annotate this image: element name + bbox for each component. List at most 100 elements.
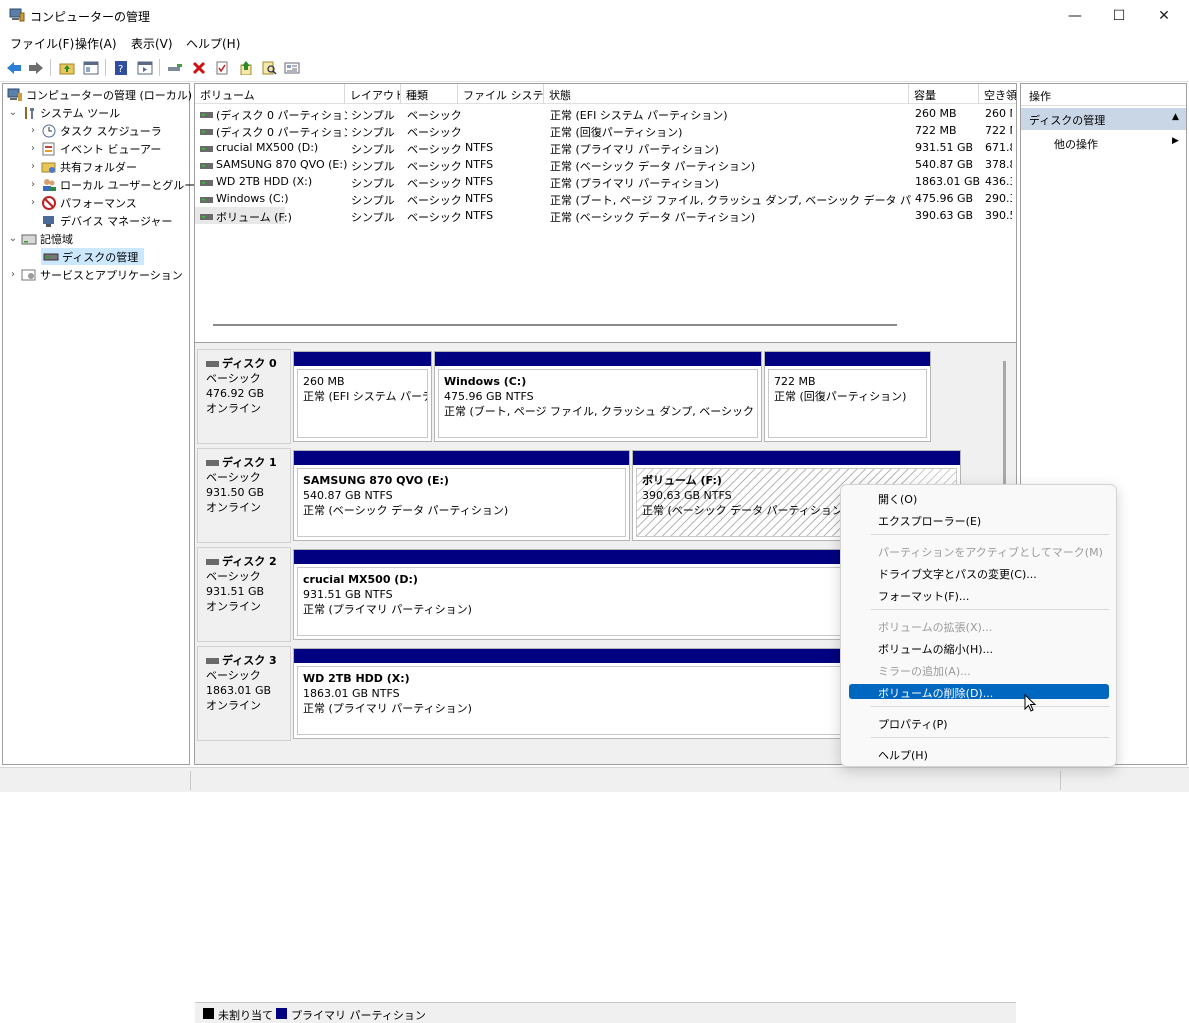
chevron-right-icon[interactable]: › (27, 143, 39, 154)
volume-cell: 671.8 (985, 141, 1012, 154)
menu-change-drive-letter[interactable]: ドライブ文字とパスの変更(C)... (849, 565, 1109, 582)
volume-cell: 正常 (ベーシック データ パーティション) (550, 211, 756, 224)
disk-label[interactable]: ディスク 3 ベーシック 1863.01 GB オンライン (197, 646, 291, 741)
event-log-icon (41, 142, 57, 156)
tree-item-shared-folders[interactable]: › 共有フォルダー (27, 158, 137, 175)
column-header-type[interactable]: 種類 (401, 84, 458, 104)
chevron-down-icon[interactable]: ⌄ (7, 233, 19, 244)
action-section-disk-management[interactable]: ディスクの管理 ▲ (1021, 108, 1186, 130)
partition-block[interactable]: 722 MB 正常 (回復パーティション) (764, 351, 931, 442)
horizontal-scrollbar[interactable] (213, 324, 897, 326)
menu-action[interactable]: 操作(A) (75, 35, 117, 52)
disk-type: ベーシック (206, 570, 261, 583)
partition-block[interactable]: crucial MX500 (D:) 931.51 GB NTFS 正常 (プライマ… (293, 549, 933, 640)
up-arrow-page-icon[interactable] (236, 58, 256, 77)
partition-block[interactable]: Windows (C:) 475.96 GB NTFS 正常 (ブート, ページ フ… (434, 351, 762, 442)
volume-cell: 722 MB (915, 124, 957, 137)
show-hide-tree-icon[interactable] (81, 58, 101, 77)
tree-item-task-scheduler[interactable]: › タスク スケジューラ (27, 122, 162, 139)
tree-item-disk-management[interactable]: ディスクの管理 (41, 248, 145, 265)
volume-row[interactable]: ボリューム (F:) シンプル ベーシック NTFS 正常 (ベーシック データ パーテ… (195, 207, 1016, 224)
column-header-layout[interactable]: レイアウト (345, 84, 401, 104)
menu-file[interactable]: ファイル(F) (10, 35, 74, 52)
search-page-icon[interactable] (259, 58, 279, 77)
partition-details: WD 2TB HDD (X:) 1863.01 GB NTFS 正常 (プライマリ … (297, 666, 929, 735)
disk-label[interactable]: ディスク 0 ベーシック 476.92 GB オンライン (197, 349, 291, 444)
chevron-down-icon[interactable]: ⌄ (7, 107, 19, 118)
menu-explore[interactable]: エクスプローラー(E) (849, 512, 1109, 529)
tree-item-root[interactable]: コンピューターの管理 (ローカル) (5, 86, 192, 103)
volume-row[interactable]: Windows (C:) シンプル ベーシック NTFS 正常 (ブート, ページ ファ… (195, 190, 1016, 207)
action-other-actions[interactable]: 他の操作 ▶ (1021, 132, 1186, 154)
show-hide-action-pane-icon[interactable] (135, 58, 155, 77)
volume-row[interactable]: crucial MX500 (D:) シンプル ベーシック NTFS 正常 (プライマリ… (195, 139, 1016, 156)
disk-size: 476.92 GB (206, 387, 265, 400)
volume-drive-icon (200, 143, 213, 156)
chevron-right-icon[interactable]: › (27, 197, 39, 208)
chevron-right-icon[interactable]: › (27, 125, 39, 136)
chevron-right-icon[interactable]: › (27, 179, 39, 190)
console-icon[interactable] (282, 58, 302, 77)
delete-icon[interactable] (189, 58, 209, 77)
column-header-status[interactable]: 状態 (544, 84, 909, 104)
volume-drive-icon (200, 177, 213, 190)
partition-block[interactable]: SAMSUNG 870 QVO (E:) 540.87 GB NTFS 正常 (ベー… (293, 450, 630, 541)
volume-cell: 正常 (プライマリ パーティション) (550, 143, 719, 156)
tree-item-system-tools[interactable]: ⌄ システム ツール (7, 104, 120, 121)
menu-help[interactable]: ヘルプ(H) (849, 746, 1109, 763)
tree-label: サービスとアプリケーション (40, 268, 183, 282)
menu-properties[interactable]: プロパティ(P) (849, 715, 1109, 732)
partition-block[interactable]: WD 2TB HDD (X:) 1863.01 GB NTFS 正常 (プライマリ … (293, 648, 933, 739)
disk-size: 931.50 GB (206, 486, 265, 499)
volume-cell: NTFS (465, 158, 494, 171)
volume-row[interactable]: (ディスク 0 パーティション 4) シンプルベーシック 正常 (回復パーティション… (195, 122, 1016, 139)
back-arrow-icon[interactable] (4, 58, 24, 77)
volume-cell: 正常 (ブート, ページ ファイル, クラッシュ ダンプ, ベーシック データ … (550, 194, 911, 207)
disk-title: ディスク 3 (222, 654, 277, 667)
connect-drive-icon[interactable] (165, 58, 185, 77)
close-button[interactable]: ✕ (1141, 0, 1187, 31)
column-header-free[interactable]: 空き領 (979, 84, 1016, 104)
volume-row[interactable]: SAMSUNG 870 QVO (E:) シンプル ベーシック NTFS 正常 (ベーシ… (195, 156, 1016, 173)
partition-type-bar (765, 352, 930, 366)
chevron-right-icon[interactable]: › (27, 161, 39, 172)
properties-checklist-icon[interactable] (212, 58, 232, 77)
column-header-volume[interactable]: ボリューム (195, 84, 345, 104)
tree-item-services[interactable]: › サービスとアプリケーション (7, 266, 183, 283)
column-header-capacity[interactable]: 容量 (909, 84, 979, 104)
tree-label: ローカル ユーザーとグループ (60, 178, 206, 192)
disk-type: ベーシック (206, 669, 261, 682)
column-header-filesystem[interactable]: ファイル システム (458, 84, 544, 104)
volume-cell: ベーシック (407, 109, 461, 122)
disk-label[interactable]: ディスク 2 ベーシック 931.51 GB オンライン (197, 547, 291, 642)
tree-item-device-manager[interactable]: デバイス マネージャー (39, 212, 172, 229)
tree-item-event-viewer[interactable]: › イベント ビューアー (27, 140, 161, 157)
tree-item-performance[interactable]: › パフォーマンス (27, 194, 137, 211)
tree-item-local-users[interactable]: › ローカル ユーザーとグループ (27, 176, 206, 193)
disk-label[interactable]: ディスク 1 ベーシック 931.50 GB オンライン (197, 448, 291, 543)
menu-open[interactable]: 開く(O) (849, 490, 1109, 507)
disk-icon (206, 657, 219, 664)
menu-format[interactable]: フォーマット(F)... (849, 587, 1109, 604)
tree-item-storage[interactable]: ⌄ 記憶域 (7, 230, 73, 247)
volume-cell: 436.3 (985, 175, 1012, 188)
maximize-button[interactable]: ☐ (1096, 0, 1142, 31)
up-folder-icon[interactable] (57, 58, 77, 77)
volume-cell: シンプル (351, 211, 395, 224)
partition-block[interactable]: 260 MB 正常 (EFI システム パーティ (293, 351, 432, 442)
chevron-right-icon[interactable]: › (7, 269, 19, 280)
menu-delete-volume[interactable]: ボリュームの削除(D)... (849, 684, 1109, 700)
menu-shrink-volume[interactable]: ボリュームの縮小(H)... (849, 640, 1109, 657)
volume-row[interactable]: (ディスク 0 パーティション 1) シンプルベーシック 正常 (EFI システム … (195, 105, 1016, 122)
menu-view[interactable]: 表示(V) (131, 35, 173, 52)
help-icon[interactable]: ? (111, 58, 131, 77)
menu-help[interactable]: ヘルプ(H) (186, 35, 240, 52)
partition-type-bar (294, 451, 629, 465)
tree-label: コンピューターの管理 (ローカル) (26, 88, 193, 102)
minimize-button[interactable]: — (1052, 0, 1098, 31)
collapse-up-icon[interactable]: ▲ (1172, 112, 1179, 122)
volume-drive-icon (200, 194, 213, 207)
legend-primary: プライマリ パーティション (291, 1009, 426, 1022)
forward-arrow-icon[interactable] (26, 58, 46, 77)
volume-row[interactable]: WD 2TB HDD (X:) シンプル ベーシック NTFS 正常 (プライマリ パー… (195, 173, 1016, 190)
